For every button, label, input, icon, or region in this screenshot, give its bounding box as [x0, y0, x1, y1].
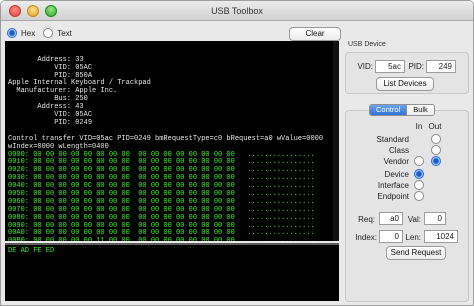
recipient-interface-label: Interface	[377, 181, 409, 190]
console-scrollbar[interactable]	[333, 41, 339, 241]
type-class-label: Class	[388, 146, 409, 155]
recipient-endpoint-radio[interactable]	[414, 191, 424, 201]
column-out-label: Out	[428, 122, 442, 131]
column-in-label: In	[415, 122, 423, 131]
len-label: Len:	[405, 233, 421, 242]
title-bar: USB Toolbox	[1, 1, 473, 21]
list-devices-button[interactable]: List Devices	[376, 77, 434, 91]
req-field[interactable]: a0	[379, 212, 403, 225]
console-lines: Address: 33 VID: 05AC PID: 850A Apple Int…	[8, 56, 339, 241]
hex-input-text: DE AD FE ED	[8, 247, 55, 255]
direction-in-radio[interactable]	[414, 156, 424, 166]
tab-bulk[interactable]: Bulk	[406, 105, 434, 115]
vid-field[interactable]: 5ac	[375, 60, 405, 73]
type-class-radio[interactable]	[431, 145, 441, 155]
app-window: USB Toolbox Hex Text Clear Console Addre…	[0, 0, 474, 306]
index-label: Index:	[355, 233, 377, 242]
console-line: PID: 0249	[8, 118, 93, 127]
hex-input-area[interactable]: DE AD FE ED	[5, 243, 339, 301]
type-standard-radio[interactable]	[431, 134, 441, 144]
console-output[interactable]: Address: 33 VID: 05AC PID: 850A Apple Int…	[5, 41, 339, 241]
transfer-tabs: Control Bulk	[369, 104, 435, 116]
index-field[interactable]: 0	[379, 230, 403, 243]
hex-radio[interactable]	[7, 28, 17, 38]
val-field[interactable]: 0	[424, 212, 446, 225]
display-mode-group: Hex Text	[7, 28, 76, 38]
console-line: 00B0: 00 00 00 00 00 11 00 00 00 00 00 0…	[8, 237, 339, 241]
val-label: Val:	[407, 215, 421, 224]
type-vendor-label: Vendor	[383, 157, 409, 166]
hex-radio-label[interactable]: Hex	[21, 29, 35, 38]
req-label: Req:	[358, 215, 375, 224]
clear-console-button[interactable]: Clear Console	[289, 27, 341, 50]
len-field[interactable]: 1024	[424, 230, 458, 243]
text-radio-label[interactable]: Text	[57, 29, 72, 38]
recipient-interface-radio[interactable]	[414, 180, 424, 190]
type-standard-label: Standard	[376, 135, 409, 144]
recipient-device-radio[interactable]	[414, 169, 424, 179]
window-title: USB Toolbox	[211, 6, 263, 16]
pid-field[interactable]: 249	[426, 60, 456, 73]
recipient-device-label: Device	[384, 170, 409, 179]
tab-control[interactable]: Control	[370, 105, 407, 115]
pid-label: PID:	[408, 62, 424, 71]
send-request-button[interactable]: Send Request	[386, 246, 446, 260]
recipient-endpoint-label: Endpoint	[377, 192, 409, 201]
vid-label: VID:	[357, 62, 373, 71]
usb-device-group-label: USB Device	[348, 41, 386, 48]
text-radio[interactable]	[43, 28, 54, 38]
type-vendor-radio[interactable]	[431, 156, 441, 166]
